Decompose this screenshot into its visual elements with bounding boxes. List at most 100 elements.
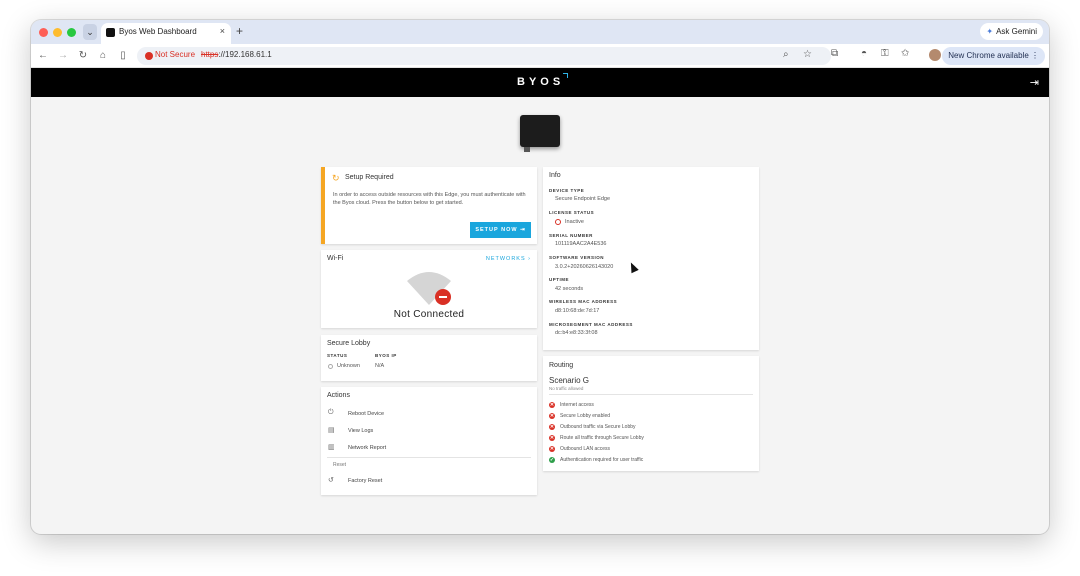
byos-favicon-icon [106,28,115,37]
uptime-key: UPTIME [549,277,570,282]
tab-strip: ⌄ Byos Web Dashboard × + ✦ Ask Gemini [31,20,1049,44]
side-panel-icon[interactable]: ▯ [115,48,131,64]
logout-icon[interactable]: ⇥ [1030,76,1039,89]
microsegment-mac-key: MICROSEGMENT MAC ADDRESS [549,322,633,327]
blocked-icon: ✕ [549,435,555,441]
rule-secure-lobby-enabled: Secure Lobby enabled [560,413,611,419]
ask-gemini-button[interactable]: ✦ Ask Gemini [980,23,1043,40]
browser-window: ⌄ Byos Web Dashboard × + ✦ Ask Gemini ← →… [31,20,1049,534]
scenario-description: No traffic allowed [549,386,584,391]
zoom-icon[interactable]: ⌕ [783,49,789,60]
lobby-status-head: STATUS [327,353,348,358]
secure-lobby-card: Secure Lobby STATUS BYOS IP Unknown N/A [321,335,537,381]
update-label: New Chrome available [948,51,1029,60]
blocked-icon: ✕ [549,424,555,430]
gemini-sparkle-icon: ✦ [986,27,994,36]
wifi-card: Wi-Fi NETWORKS › Not Connected [321,250,537,328]
address-bar[interactable]: Not Secure https://192.168.61.1 ⌕ ☆ [137,47,831,65]
routing-divider [549,394,753,395]
networks-link[interactable]: NETWORKS › [486,256,531,262]
actions-card: Actions ⏻ Reboot Device ▤ View Logs ▥ Ne… [321,387,537,495]
not-secure-label[interactable]: Not Secure [155,50,195,59]
back-arrow-icon[interactable]: ← [35,48,51,64]
close-window-button[interactable] [39,28,48,37]
actions-title: Actions [327,392,350,399]
profile-avatar[interactable] [929,49,941,61]
rule-internet-access: Internet access [560,402,594,408]
factory-reset-icon: ↺ [328,477,334,484]
inactive-icon [555,219,561,225]
rule-route-all-traffic: Route all traffic through Secure Lobby [560,435,644,441]
setup-title: Setup Required [345,174,394,181]
status-unknown-icon [328,364,333,369]
software-version-value: 3.0.2+20260626143020 [555,264,614,270]
rule-authentication-required: Authentication required for user traffic [560,457,644,463]
new-tab-button[interactable]: + [236,24,243,38]
tab-byos-dashboard[interactable]: Byos Web Dashboard × [101,23,231,44]
logo-mark-icon [563,73,568,78]
lobby-status-value: Unknown [337,363,360,369]
lobby-ip-value: N/A [375,363,385,369]
software-version-key: SOFTWARE VERSION [549,255,605,260]
rule-outbound-via-lobby: Outbound traffic via Secure Lobby [560,424,636,430]
microsegment-mac-value: dc:b4:e8:33:3f:08 [555,330,598,336]
chrome-update-button[interactable]: New Chrome available ⋮ [942,47,1045,65]
device-type-value: Secure Endpoint Edge [555,196,611,202]
logs-icon: ▤ [328,427,335,434]
setup-now-button[interactable]: SETUP NOW ⇥ [470,222,531,238]
scenario-name: Scenario G [549,376,590,385]
wifi-title: Wi-Fi [327,255,344,262]
not-secure-icon [145,52,153,60]
reset-section-head: Reset [333,462,347,468]
tab-title: Byos Web Dashboard [119,27,197,36]
serial-number-key: SERIAL NUMBER [549,233,593,238]
device-type-key: DEVICE TYPE [549,188,585,193]
reading-list-star-icon[interactable]: ✩ [901,48,909,59]
ask-gemini-label: Ask Gemini [996,27,1037,36]
home-icon[interactable]: ⌂ [95,48,111,64]
tab-search-button[interactable]: ⌄ [83,24,97,40]
wireless-mac-key: WIRELESS MAC ADDRESS [549,299,618,304]
blocked-icon: ✕ [549,446,555,452]
info-title: Info [549,172,561,179]
info-card: Info DEVICE TYPE Secure Endpoint Edge LI… [543,167,759,350]
forward-arrow-icon[interactable]: → [55,48,71,64]
tab-close-icon[interactable]: × [220,26,225,36]
extensions-icon[interactable]: ⧉ [831,48,838,59]
passwords-key-icon[interactable]: ⚿ [881,48,889,59]
actions-divider [327,457,531,458]
kebab-menu-icon[interactable]: ⋮ [1031,51,1039,60]
setup-message: In order to access outside resources wit… [333,192,526,206]
secure-lobby-title: Secure Lobby [327,340,371,347]
bookmark-star-icon[interactable]: ☆ [803,49,812,60]
maximize-window-button[interactable] [67,28,76,37]
app-header: BYOS ⇥ [31,68,1049,97]
power-icon: ⏻ [328,409,334,416]
license-status-value: Inactive [565,219,584,225]
reload-icon[interactable]: ↻ [75,48,91,64]
serial-number-value: 101119AAC2A4E536 [555,241,607,247]
setup-required-card: ↻ Setup Required In order to access outs… [321,167,537,244]
routing-title: Routing [549,362,574,369]
wireless-mac-value: d8:10:68:de:7d:17 [555,308,600,314]
reboot-device-label: Reboot Device [348,411,385,417]
blocked-icon: ✕ [549,402,555,408]
rule-outbound-lan: Outbound LAN access [560,446,611,452]
incognito-icon[interactable]: ◓ [861,48,867,59]
view-logs-label: View Logs [348,428,374,434]
device-image [520,115,560,152]
setup-warning-icon: ↻ [332,173,340,183]
browser-toolbar: ← → ↻ ⌂ ▯ Not Secure https://192.168.61.… [31,44,1049,68]
lobby-ip-head: BYOS IP [375,353,397,358]
wifi-status: Not Connected [393,309,465,320]
factory-reset-label: Factory Reset [348,478,383,484]
uptime-value: 42 seconds [555,286,584,292]
byos-logo: BYOS [517,76,565,88]
minimize-window-button[interactable] [53,28,62,37]
blocked-icon: ✕ [549,413,555,419]
allowed-check-icon: ✓ [549,457,555,463]
network-report-label: Network Report [348,445,387,451]
license-status-key: LICENSE STATUS [549,210,595,215]
routing-card: Routing Scenario G No traffic allowed ✕ … [543,356,759,471]
report-icon: ▥ [328,444,335,451]
